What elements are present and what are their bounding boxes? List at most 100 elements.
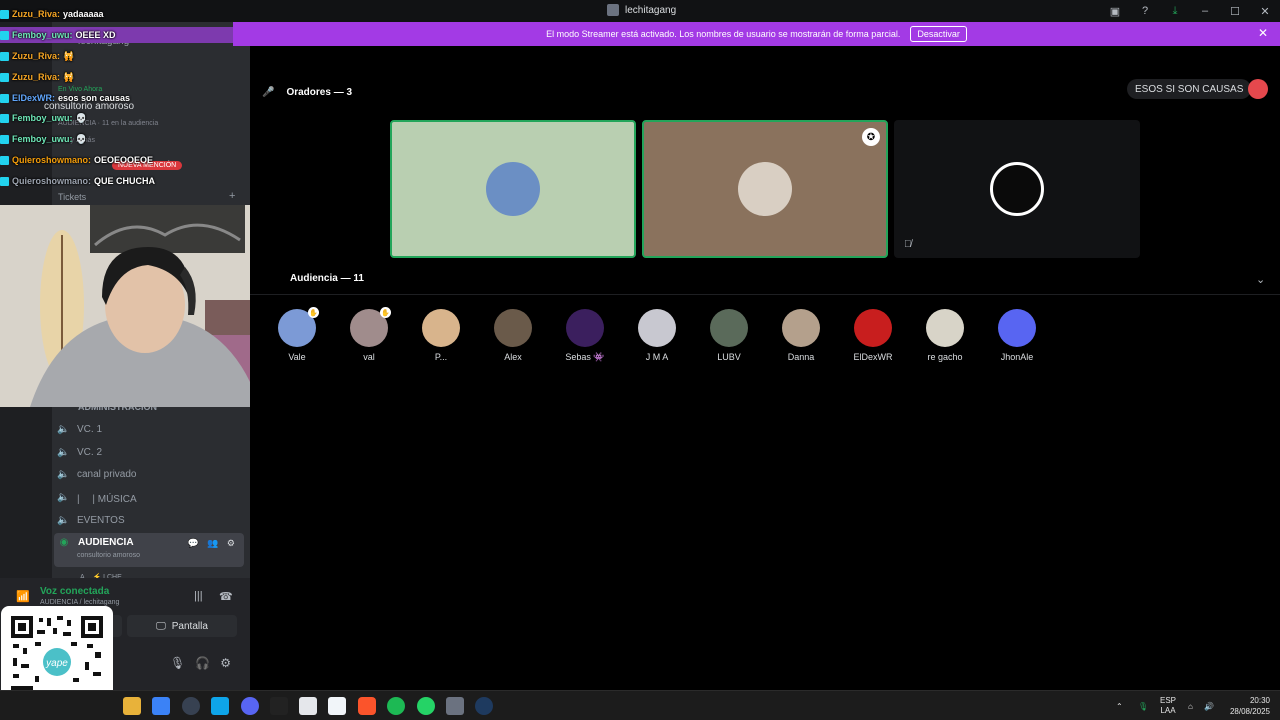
app-icon-2[interactable] <box>328 697 346 715</box>
member-name: Vale <box>288 352 306 362</box>
channel-actions[interactable]: 💬 👥 ⚙ <box>188 538 238 549</box>
whatsapp-icon[interactable] <box>417 697 435 715</box>
audience-member[interactable]: P... <box>411 309 471 362</box>
headphones-icon[interactable]: 🎧 <box>195 656 210 670</box>
app-icon[interactable] <box>211 697 229 715</box>
disconnect-icon[interactable]: ☎ <box>219 590 233 603</box>
banner-close-icon[interactable]: ✕ <box>1258 26 1268 40</box>
member-avatar <box>998 309 1036 347</box>
download-icon[interactable]: ⤓ <box>1160 0 1190 22</box>
member-name: LUBV <box>717 352 741 362</box>
audience-header: Audiencia — 11 <box>290 273 364 284</box>
close-button[interactable]: ✕ <box>1250 0 1280 22</box>
discord-window: lechitagang ▣ ? ⤓ – ☐ ✕ lechitagang ⌄ En… <box>0 0 1280 720</box>
window-title-text: lechitagang <box>625 4 677 16</box>
help-icon[interactable]: ? <box>1130 0 1160 22</box>
member-avatar <box>710 309 748 347</box>
screen-share-button[interactable]: 🖵 Pantalla <box>127 615 237 637</box>
voice-status: Voz conectada <box>40 586 110 597</box>
chevron-down-icon[interactable]: ⌄ <box>1256 273 1265 286</box>
clock[interactable]: 20:30 28/08/2025 <box>1230 695 1270 717</box>
steam-icon[interactable] <box>475 697 493 715</box>
speaker-tile[interactable]: ✪ <box>642 120 888 258</box>
member-name: ElDexWR <box>853 352 893 362</box>
streamer-mode-banner: El modo Streamer está activado. Los nomb… <box>233 22 1280 46</box>
lang-label: ESP <box>1160 696 1177 705</box>
spotify-icon[interactable] <box>387 697 405 715</box>
volume-icon[interactable]: 🔊 <box>1204 691 1214 720</box>
channel-label: AUDIENCIA <box>78 537 134 548</box>
channel-vc2[interactable]: 🔈 VC. 2 <box>57 442 102 462</box>
chat-badge-icon <box>0 134 9 144</box>
chat-badge-icon <box>0 30 9 40</box>
settings-gear-icon[interactable]: ⚙ <box>220 656 231 670</box>
epic-games-icon[interactable] <box>270 697 288 715</box>
chat-username: Zuzu_Riva: <box>12 72 61 82</box>
category-tickets[interactable]: Tickets <box>58 192 86 202</box>
brave-icon[interactable] <box>358 697 376 715</box>
audience-member[interactable]: ✋ val <box>339 307 399 362</box>
channel-private[interactable]: 🔈 canal privado <box>57 464 136 484</box>
language-indicator[interactable]: ESP LAA <box>1160 691 1176 720</box>
chat-username: Femboy_uwu: <box>12 30 73 40</box>
chat-badge-icon <box>0 93 9 103</box>
channel-musica[interactable]: 🔈 | | MÚSICA <box>57 487 137 507</box>
member-avatar <box>494 309 532 347</box>
file-explorer-icon[interactable] <box>123 697 141 715</box>
discord-icon[interactable] <box>241 697 259 715</box>
app-icon-3[interactable] <box>446 697 464 715</box>
disable-streamer-button[interactable]: Desactivar <box>910 26 967 42</box>
chat-badge-icon <box>0 9 9 19</box>
chat-text: 🙀 <box>63 71 75 82</box>
channel-audiencia[interactable]: ◉ AUDIENCIA consultorio amoroso 💬 👥 ⚙ <box>54 533 244 567</box>
speakers-header: 🎤 Oradores — 3 <box>262 87 352 98</box>
maximize-button[interactable]: ☐ <box>1220 0 1250 22</box>
chat-badge-icon <box>0 51 9 61</box>
minimize-button[interactable]: – <box>1190 0 1220 22</box>
roblox-icon[interactable] <box>299 697 317 715</box>
tray-chevron-icon[interactable]: ⌃ <box>1116 691 1123 720</box>
member-name: J M A <box>645 352 669 362</box>
chat-text: 💀 <box>75 133 87 144</box>
member-avatar <box>926 309 964 347</box>
speaker-tile[interactable] <box>390 120 636 258</box>
speaker-tile[interactable]: 🎙̸ <box>894 120 1140 258</box>
signal-icon[interactable]: 📶 <box>16 590 30 603</box>
speaker-avatar <box>486 162 540 216</box>
screen-share-icon[interactable]: ▣ <box>1100 0 1130 22</box>
stage-topic-button[interactable]: ESOS SI SON CAUSAS <box>1127 79 1252 99</box>
chat-text: OEEE XD <box>75 30 116 40</box>
chat-username: Femboy_uwu: <box>12 134 73 144</box>
add-channel-button[interactable]: + <box>229 190 235 202</box>
audience-member[interactable]: JhonAle <box>987 309 1047 362</box>
chat-badge-icon <box>0 72 9 82</box>
audience-member[interactable]: re gacho <box>915 309 975 362</box>
audience-member[interactable]: LUBV <box>699 309 759 362</box>
user-avatar[interactable] <box>1248 79 1268 99</box>
audience-member[interactable]: Danna <box>771 309 831 362</box>
channel-vc1[interactable]: 🔈 VC. 1 <box>57 419 102 439</box>
member-avatar: ✋ <box>350 307 391 347</box>
speaker-avatar <box>738 162 792 216</box>
member-avatar <box>422 309 460 347</box>
audience-member[interactable]: ✋ Vale <box>267 307 327 362</box>
banner-text: El modo Streamer está activado. Los nomb… <box>546 29 901 39</box>
webcam-overlay <box>0 205 290 407</box>
audience-member[interactable]: Sebas 👾 <box>555 309 615 363</box>
store-icon[interactable] <box>152 697 170 715</box>
mic-tray-icon[interactable]: 🎙 <box>1138 691 1148 720</box>
mic-icon[interactable]: 🎙 <box>170 656 185 670</box>
channel-label: canal privado <box>77 468 137 480</box>
chat-message: Quieroshowmano: OEOEOOEOE <box>0 152 153 168</box>
channel-eventos[interactable]: 🔈 EVENTOS <box>57 510 125 530</box>
audience-member[interactable]: Alex <box>483 309 543 362</box>
channel-label: | | MÚSICA <box>77 493 137 505</box>
screen-icon: 🖵 <box>156 620 166 632</box>
svg-text:yape: yape <box>45 658 68 669</box>
audience-member[interactable]: ElDexWR <box>843 309 903 362</box>
obs-icon[interactable] <box>182 697 200 715</box>
audience-member[interactable]: J M A <box>627 309 687 362</box>
voice-location[interactable]: AUDIENCIA / lechitagang <box>40 599 119 606</box>
noise-suppression-icon[interactable]: ||| <box>194 590 203 602</box>
network-icon[interactable]: ⌂ <box>1188 691 1193 720</box>
